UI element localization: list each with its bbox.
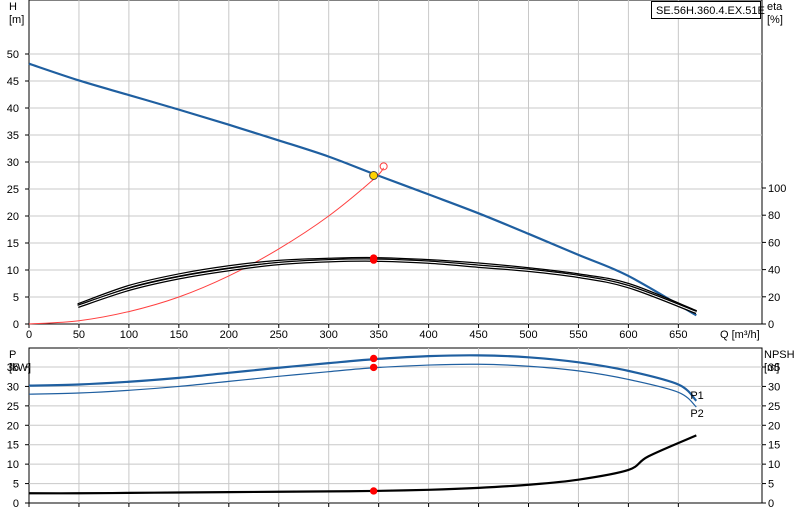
- x-tick-label: 300: [320, 329, 338, 341]
- y-axis-label: [m]: [9, 14, 24, 26]
- y2-tick-label: 100: [768, 183, 786, 195]
- y-tick-label: 25: [7, 401, 19, 413]
- series-label-P2: P2: [690, 408, 703, 420]
- y2-axis-label: [%]: [767, 14, 783, 26]
- y-tick-label: 30: [7, 381, 19, 393]
- y2-tick-label: 80: [768, 210, 780, 222]
- y2-tick-label: 5: [768, 479, 774, 491]
- x-tick-label: 150: [170, 329, 188, 341]
- x-tick-label: 100: [120, 329, 138, 341]
- y-tick-label: 5: [13, 479, 19, 491]
- y-tick-label: 15: [7, 440, 19, 452]
- y2-tick-label: 25: [768, 401, 780, 413]
- x-tick-label: 350: [369, 329, 387, 341]
- x-tick-label: 250: [270, 329, 288, 341]
- y2-tick-label: 0: [768, 319, 774, 331]
- y2-tick-label: 20: [768, 420, 780, 432]
- x-tick-label: 200: [220, 329, 238, 341]
- y-axis-label: [kW]: [9, 362, 31, 374]
- y-tick-label: 10: [7, 265, 19, 277]
- y-tick-label: 0: [13, 498, 19, 510]
- x-tick-label: 450: [469, 329, 487, 341]
- y-tick-label: 45: [7, 76, 19, 88]
- x-tick-label: 50: [73, 329, 85, 341]
- operating-point-marker: [369, 171, 379, 180]
- y-tick-label: 50: [7, 49, 19, 61]
- y-tick-label: 0: [13, 319, 19, 331]
- y2-tick-label: 20: [768, 292, 780, 304]
- y-tick-label: 30: [7, 157, 19, 169]
- series-eta1-outline: [77, 256, 697, 314]
- y2-tick-label: 60: [768, 237, 780, 249]
- series-label-P1: P1: [690, 390, 703, 402]
- y-tick-label: 20: [7, 211, 19, 223]
- x-tick-label: 550: [569, 329, 587, 341]
- series-eta2-inner: [77, 259, 697, 313]
- series-system-line: [28, 167, 385, 325]
- y2-tick-label: 15: [768, 440, 780, 452]
- y2-axis-label: [m]: [764, 362, 779, 374]
- series-eta2-outline: [77, 258, 697, 315]
- pump-curve-chart: 051015202530354045500204060801000 50 100 15…: [7, 0, 795, 510]
- y-tick-label: 20: [7, 420, 19, 432]
- y-axis-label: H: [9, 1, 17, 13]
- y-tick-label: 25: [7, 184, 19, 196]
- x-tick-label: 600: [619, 329, 637, 341]
- y-tick-label: 5: [13, 292, 19, 304]
- x-tick-label: 400: [419, 329, 437, 341]
- x-tick-label: 0: [26, 329, 32, 341]
- y2-axis-label: NPSH: [764, 349, 795, 361]
- y-tick-label: 10: [7, 459, 19, 471]
- operating-point-marker: [379, 162, 388, 171]
- operating-point-marker: [369, 487, 378, 495]
- y2-tick-label: 30: [768, 381, 780, 393]
- y2-tick-label: 40: [768, 265, 780, 277]
- y2-tick-label: 10: [768, 459, 780, 471]
- x-tick-label: 500: [519, 329, 537, 341]
- operating-point-marker: [369, 354, 378, 363]
- y-tick-label: 35: [7, 130, 19, 142]
- y2-tick-label: 0: [768, 498, 774, 510]
- y-tick-label: 40: [7, 103, 19, 115]
- x-axis-label: Q [m³/h]: [720, 329, 760, 341]
- y-tick-label: 15: [7, 238, 19, 250]
- operating-point-marker: [369, 363, 378, 372]
- x-tick-label: 650: [669, 329, 687, 341]
- y2-axis-label: eta: [767, 1, 783, 13]
- series-eta1-inner: [77, 258, 697, 313]
- model-label: SE.56H.360.4.EX.51E: [651, 1, 765, 19]
- operating-point-marker: [369, 256, 378, 264]
- y-axis-label: P: [9, 349, 16, 361]
